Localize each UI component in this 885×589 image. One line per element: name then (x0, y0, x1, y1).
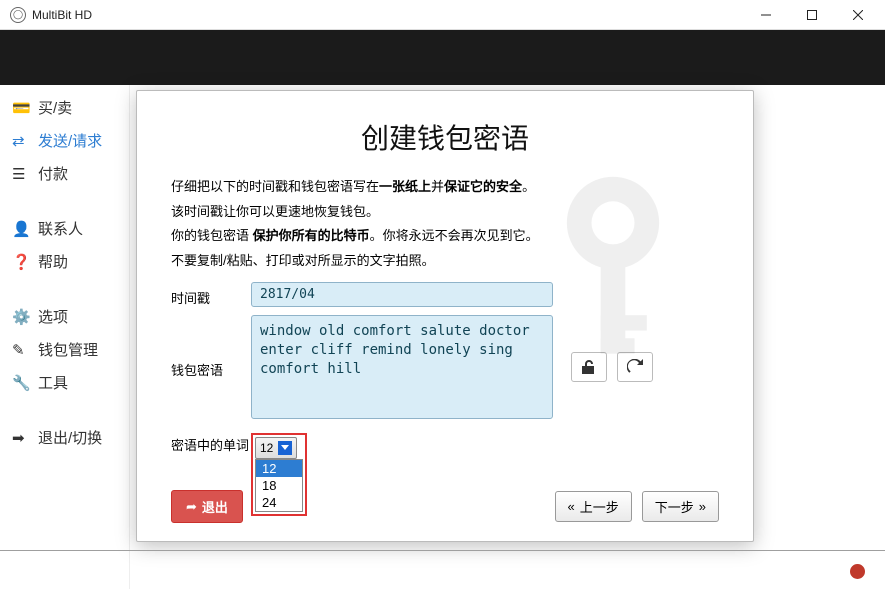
close-button[interactable] (835, 0, 881, 30)
dialog-instructions: 仔细把以下的时间戳和钱包密语写在一张纸上并保证它的安全。 该时间戳让你可以更速地… (171, 175, 719, 274)
timestamp-label: 时间戳 (171, 282, 251, 307)
window-titlebar: ◯ MultiBit HD (0, 0, 885, 30)
exit-button-label: 退出 (202, 497, 228, 516)
sidebar-item-wallet-manage[interactable]: ✎ 钱包管理 (0, 333, 129, 366)
transfer-icon: ⇄ (12, 132, 30, 150)
prev-button-label: 上一步 (580, 497, 619, 516)
timestamp-input[interactable] (251, 282, 553, 307)
sidebar: 💳 买/卖 ⇄ 发送/请求 ☰ 付款 👤 联系人 ❓ 帮助 (0, 85, 130, 589)
sidebar-item-exit-switch[interactable]: ➡ 退出/切换 (0, 421, 129, 454)
lock-button[interactable] (571, 352, 607, 382)
chevron-right-icon: » (699, 499, 706, 514)
sidebar-item-options[interactable]: ⚙️ 选项 (0, 300, 129, 333)
wordcount-select[interactable]: 12 (255, 437, 297, 459)
sidebar-item-label: 工具 (38, 372, 68, 393)
user-icon: 👤 (12, 220, 30, 238)
sidebar-item-label: 发送/请求 (38, 130, 102, 151)
wordcount-label: 密语中的单词 (171, 433, 251, 454)
refresh-button[interactable] (617, 352, 653, 382)
exit-button[interactable]: ➦ 退出 (171, 490, 243, 523)
wallet-icon: 💳 (12, 99, 30, 117)
sidebar-item-contacts[interactable]: 👤 联系人 (0, 212, 129, 245)
toolbar-blackbar (0, 30, 885, 85)
exit-icon: ➦ (186, 499, 197, 515)
gears-icon: ⚙️ (12, 308, 30, 326)
sidebar-item-label: 联系人 (38, 218, 83, 239)
seed-textarea[interactable] (251, 315, 553, 419)
logout-icon: ➡ (12, 429, 30, 447)
edit-icon: ✎ (12, 341, 30, 359)
sidebar-item-payments[interactable]: ☰ 付款 (0, 157, 129, 190)
sidebar-item-label: 付款 (38, 163, 68, 184)
chevron-down-icon (278, 441, 292, 455)
sidebar-item-tools[interactable]: 🔧 工具 (0, 366, 129, 399)
chevron-left-icon: « (568, 499, 575, 514)
list-icon: ☰ (12, 165, 30, 183)
sidebar-item-label: 帮助 (38, 251, 68, 272)
unlock-icon (581, 359, 597, 375)
wordcount-selected-value: 12 (260, 441, 273, 455)
sidebar-item-send-request[interactable]: ⇄ 发送/请求 (0, 124, 129, 157)
maximize-button[interactable] (789, 0, 835, 30)
seed-label: 钱包密语 (171, 354, 251, 379)
sidebar-item-label: 退出/切换 (38, 427, 102, 448)
sidebar-item-help[interactable]: ❓ 帮助 (0, 245, 129, 278)
prev-button[interactable]: « 上一步 (555, 491, 632, 522)
create-wallet-seed-dialog: 创建钱包密语 仔细把以下的时间戳和钱包密语写在一张纸上并保证它的安全。 该时间戳… (136, 90, 754, 542)
dialog-title: 创建钱包密语 (171, 117, 719, 157)
wordcount-option-12[interactable]: 12 (256, 460, 302, 477)
window-title: MultiBit HD (32, 8, 92, 22)
app-icon: ◯ (10, 7, 26, 23)
next-button[interactable]: 下一步 » (642, 491, 719, 522)
status-indicator (850, 564, 865, 579)
sidebar-item-label: 选项 (38, 306, 68, 327)
help-icon: ❓ (12, 253, 30, 271)
minimize-button[interactable] (743, 0, 789, 30)
statusbar-separator (0, 550, 885, 551)
next-button-label: 下一步 (655, 497, 694, 516)
sidebar-item-label: 买/卖 (38, 97, 72, 118)
wrench-icon: 🔧 (12, 374, 30, 392)
sidebar-item-buy-sell[interactable]: 💳 买/卖 (0, 91, 129, 124)
sidebar-item-label: 钱包管理 (38, 339, 98, 360)
refresh-icon (627, 359, 643, 375)
